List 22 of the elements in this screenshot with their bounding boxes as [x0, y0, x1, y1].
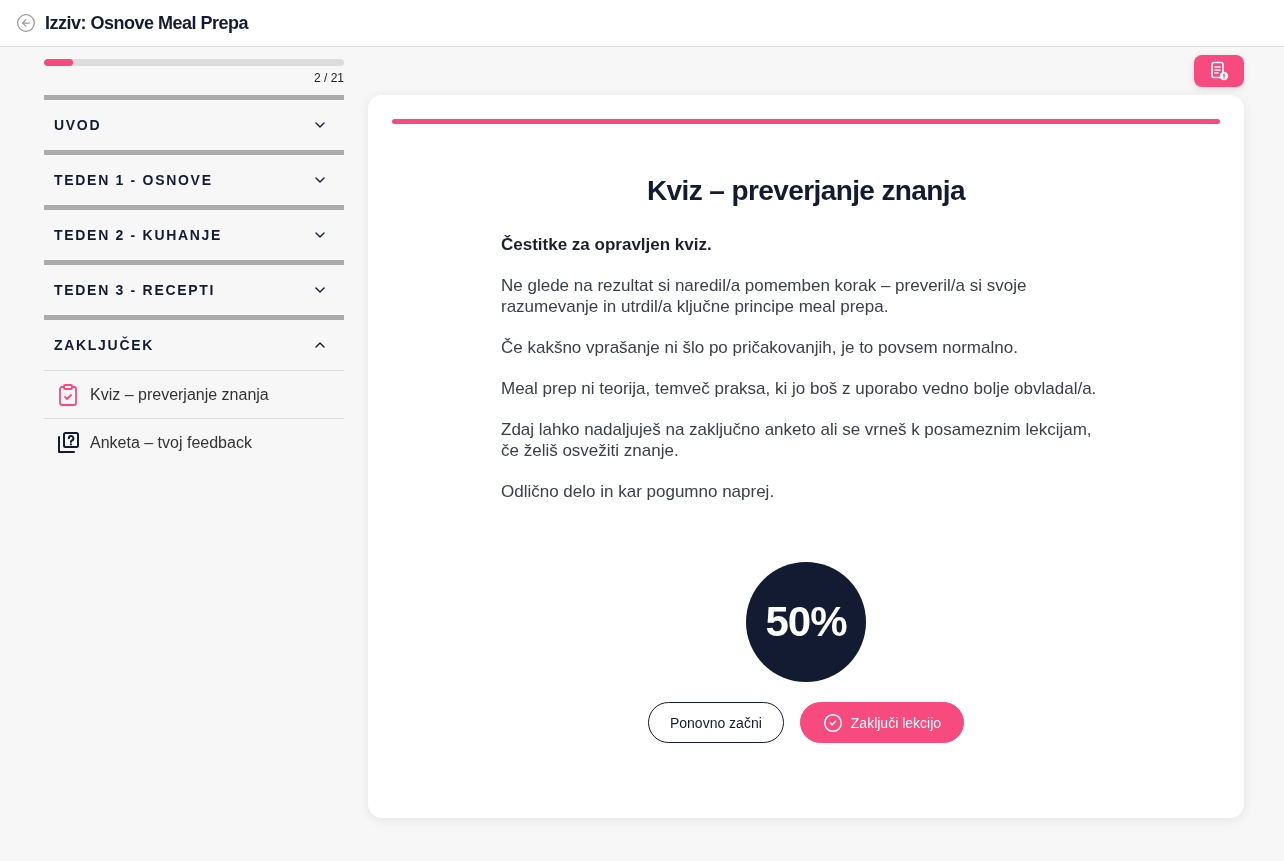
page-title: Izziv: Osnove Meal Prepa [45, 12, 249, 35]
back-icon[interactable] [16, 13, 36, 33]
restart-button[interactable]: Ponovno začni [647, 702, 784, 743]
check-circle-icon [822, 712, 843, 733]
section-header[interactable]: TEDEN 3 - RECEPTI [44, 265, 344, 315]
paragraph: Odlično delo in kar pogumno naprej. [501, 481, 776, 502]
paragraph: Ne glede na rezultat si naredil/a pomemben korak – preveril/a si svoje razumevanje in utrdil/a ključne principe meal prepa. [501, 275, 1028, 317]
score-circle: 50% [746, 562, 866, 682]
section-header[interactable]: ZAKLJUČEK [44, 320, 344, 370]
paragraph: Meal prep ni teorija, temveč praksa, ki jo boš z uporabo vedno bolje obvladal/a. [501, 378, 1098, 399]
document-info-icon [1209, 61, 1229, 81]
section-header[interactable]: TEDEN 1 - OSNOVE [44, 155, 344, 205]
paragraph: Če kakšno vprašanje ni šlo po pričakovanjih, je to povsem normalno. [501, 337, 1019, 358]
lesson-item[interactable]: Anketa – tvoj feedback [44, 418, 344, 466]
progress-count: 2 / 21 [313, 71, 344, 85]
section-header[interactable]: UVOD [44, 100, 344, 150]
paragraph: Zdaj lahko nadaljuješ na zaključno anketo ali se vrneš k posameznim lekcijam, če želiš osvežiti znanje. [501, 419, 1093, 461]
card-title: Kviz – preverjanje znanja [646, 174, 965, 208]
section-header[interactable]: TEDEN 2 - KUHANJE [44, 210, 344, 260]
notes-button[interactable] [1194, 55, 1244, 87]
lesson-item[interactable]: Kviz – preverjanje znanja [44, 370, 344, 418]
intro-text: Čestitke za opravljen kviz. [501, 234, 713, 255]
